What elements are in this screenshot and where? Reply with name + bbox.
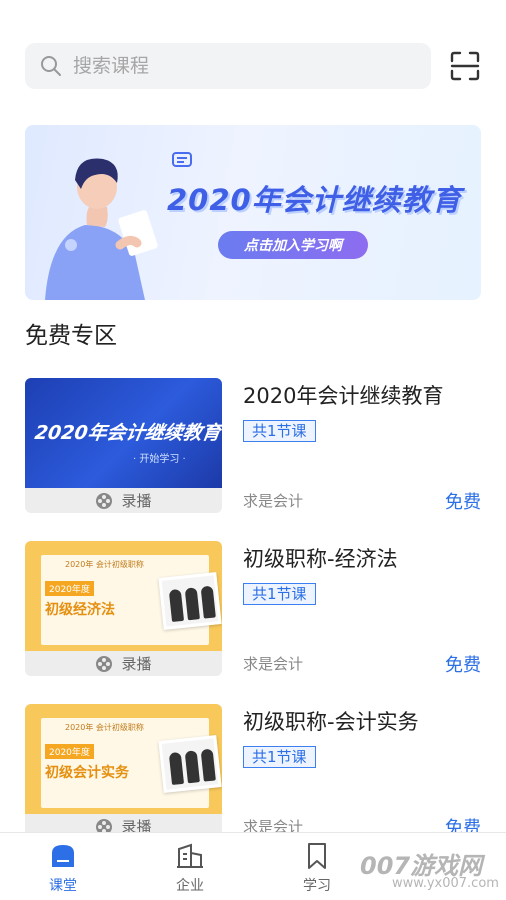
classroom-icon (52, 845, 74, 867)
course-thumbnail[interactable]: 2020年会计继续教育 · 开始学习 · 录播 (25, 378, 222, 513)
recorded-label: 录播 (121, 492, 152, 510)
recorded-badge: 录播 (25, 651, 222, 676)
course-thumbnail[interactable]: 2020年 会计初级职称 2020年度 初级会计实务 录播 (25, 704, 222, 839)
lesson-count-tag: 共1节课 (243, 583, 316, 605)
course-thumbnail[interactable]: 2020年 会计初级职称 2020年度 初级经济法 录播 (25, 541, 222, 676)
tab-classroom[interactable]: 课堂 (23, 841, 103, 895)
course-price: 免费 (445, 492, 481, 513)
search-bar[interactable] (25, 43, 431, 89)
thumbnail-title: 初级会计实务 (45, 765, 129, 781)
banner-title: 2020年会计继续教育 (167, 183, 462, 217)
tab-label: 课堂 (49, 878, 77, 894)
search-icon (41, 56, 61, 76)
course-title[interactable]: 初级职称-经济法 (243, 543, 398, 573)
thumbnail-image: 2020年会计继续教育 · 开始学习 · (25, 378, 222, 488)
watermark-url: www.yx007.com (392, 876, 499, 891)
course-card[interactable]: 2020年 会计初级职称 2020年度 初级会计实务 录播 初级职称-会计实务 … (25, 704, 481, 839)
thumbnail-year: 2020年度 (45, 581, 94, 596)
thumbnail-small-text: 2020年 会计初级职称 (65, 560, 144, 569)
course-title[interactable]: 初级职称-会计实务 (243, 706, 419, 736)
thumbnail-image: 2020年 会计初级职称 2020年度 初级经济法 (25, 541, 222, 651)
promo-banner[interactable]: 2020年会计继续教育 点击加入学习啊 (25, 125, 481, 300)
app-screen: 2020年会计继续教育 点击加入学习啊 免费专区 2020年会计继续教育 · 开… (0, 0, 506, 900)
section-title: 免费专区 (25, 323, 117, 349)
enterprise-icon (177, 843, 203, 868)
tab-enterprise[interactable]: 企业 (150, 841, 230, 895)
course-author: 求是会计 (243, 655, 304, 673)
lesson-count-tag: 共1节课 (243, 746, 316, 768)
thumbnail-image: 2020年 会计初级职称 2020年度 初级会计实务 (25, 704, 222, 814)
scan-icon[interactable] (449, 50, 481, 82)
thumbnail-title: 2020年会计继续教育 (33, 422, 222, 444)
join-study-button[interactable]: 点击加入学习啊 (218, 231, 368, 259)
course-price: 免费 (445, 655, 481, 676)
lesson-count-tag: 共1节课 (243, 420, 316, 442)
thumbnail-small-text: 2020年 会计初级职称 (65, 723, 144, 732)
course-card[interactable]: 2020年 会计初级职称 2020年度 初级经济法 录播 初级职称-经济法 共1… (25, 541, 481, 676)
recorded-label: 录播 (121, 655, 152, 673)
recorded-badge: 录播 (25, 488, 222, 513)
teacher-photo (158, 572, 222, 630)
film-reel-icon (96, 655, 113, 672)
tab-study[interactable]: 学习 (277, 841, 357, 895)
course-title[interactable]: 2020年会计继续教育 (243, 380, 443, 410)
tab-label: 学习 (303, 878, 331, 894)
film-reel-icon (96, 492, 113, 509)
teacher-photo (158, 735, 222, 793)
thumbnail-title: 初级经济法 (45, 602, 115, 618)
tab-label: 企业 (176, 878, 204, 894)
course-card[interactable]: 2020年会计继续教育 · 开始学习 · 录播 2020年会计继续教育 共1节课… (25, 378, 481, 513)
student-illustration (45, 158, 158, 300)
search-input[interactable] (73, 55, 373, 77)
course-author: 求是会计 (243, 492, 304, 510)
thumbnail-subtitle: · 开始学习 · (133, 454, 186, 465)
thumbnail-year: 2020年度 (45, 744, 94, 759)
chat-bubble-icon (172, 152, 192, 167)
bookmark-icon (308, 843, 326, 869)
